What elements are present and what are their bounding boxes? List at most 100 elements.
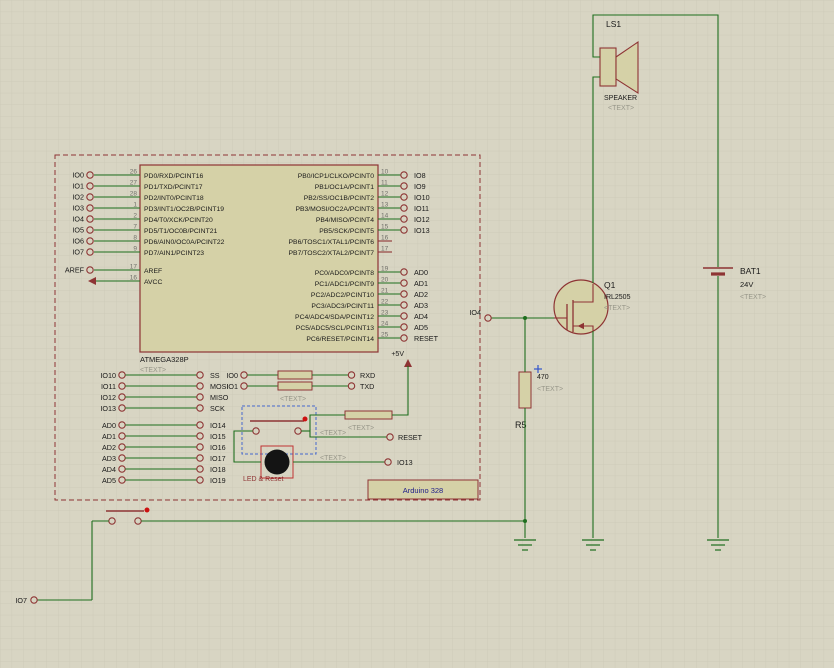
- uart-placeholder: <TEXT>: [280, 396, 306, 403]
- io7-terminal-label: IO7: [15, 596, 27, 605]
- terminal-label-AD1: AD1: [414, 279, 428, 288]
- pin-name: PB7/TOSC2/XTAL2/PCINT7: [289, 250, 375, 257]
- pin-number: 28: [130, 191, 138, 198]
- reset-pullup-resistor[interactable]: [344, 410, 393, 420]
- bat1-ref: BAT1: [740, 266, 761, 276]
- terminal-label-AD5: AD5: [414, 323, 428, 332]
- chip-name: ATMEGA328P: [140, 355, 189, 364]
- terminal-label-IO11: IO11: [414, 204, 429, 213]
- terminal-label-IO19: IO19: [210, 476, 226, 485]
- pin-name: PD0/RXD/PCINT16: [144, 173, 204, 180]
- terminal-label-RESET: RESET: [414, 334, 439, 343]
- pin-name: PB3/MOSI/OC2A/PCINT3: [295, 206, 374, 213]
- pin-name: AREF: [144, 268, 162, 275]
- led-lens[interactable]: [264, 449, 290, 475]
- io4-terminal-label: IO4: [469, 308, 481, 317]
- terminal-label-IO8: IO8: [414, 171, 426, 180]
- terminal-label-IO0: IO0: [72, 171, 84, 180]
- terminal-label-IO3: IO3: [72, 204, 84, 213]
- terminal-label-IO13: IO13: [100, 404, 116, 413]
- led-placeholder: <TEXT>: [320, 455, 346, 462]
- series-resistor-RXD[interactable]: [277, 370, 313, 380]
- junction-dot: [523, 519, 527, 523]
- pin-number: 7: [133, 224, 137, 231]
- terminal-label-TXD: TXD: [360, 382, 374, 391]
- pin-number: 22: [381, 299, 389, 306]
- terminal-label-SS: SS: [210, 371, 220, 380]
- pin-number: 27: [130, 180, 138, 187]
- terminal-label-IO18: IO18: [210, 465, 226, 474]
- pin-name: PB6/TOSC1/XTAL1/PCINT6: [289, 239, 375, 246]
- terminal-label-AD3: AD3: [414, 301, 428, 310]
- terminal-label-IO6: IO6: [72, 237, 84, 246]
- resistor-r5[interactable]: [518, 371, 532, 409]
- terminal-label-IO11: IO11: [101, 382, 116, 391]
- plus5v-label: +5V: [391, 351, 404, 358]
- speaker-placeholder: <TEXT>: [608, 105, 634, 112]
- reset-resistor-placeholder: <TEXT>: [348, 425, 374, 432]
- terminal-label-AD3: AD3: [102, 454, 116, 463]
- bat1-value: 24V: [740, 280, 753, 289]
- terminal-label-AD0: AD0: [102, 421, 116, 430]
- terminal-label-IO0: IO0: [226, 371, 238, 380]
- pin-number: 20: [381, 277, 389, 284]
- terminal-label-IO10: IO10: [414, 193, 430, 202]
- pin-name: PC4/ADC4/SDA/PCINT12: [295, 314, 374, 321]
- pin-number: 2: [133, 213, 137, 220]
- terminal-label-IO7: IO7: [72, 248, 84, 257]
- subcircuit-label: Arduino 328: [403, 486, 443, 495]
- red-marker-dot: [302, 416, 308, 422]
- chip-placeholder: <TEXT>: [140, 367, 166, 374]
- terminal-label-AD4: AD4: [414, 312, 428, 321]
- pin-number: 25: [381, 332, 389, 339]
- pin-name: PB1/OC1A/PCINT1: [315, 184, 375, 191]
- speaker-label: SPEAKER: [604, 95, 637, 102]
- pin-number: 19: [381, 266, 389, 273]
- terminal-label-MISO: MISO: [210, 393, 229, 402]
- terminal-label-AD4: AD4: [102, 465, 116, 474]
- series-resistor-TXD[interactable]: [277, 381, 313, 391]
- pin-name: PC3/ADC3/PCINT11: [311, 303, 374, 310]
- terminal-label-AD2: AD2: [102, 443, 116, 452]
- r5-value: 470: [537, 374, 549, 381]
- terminal-label-IO4: IO4: [72, 215, 84, 224]
- terminal-label-IO16: IO16: [210, 443, 226, 452]
- r5-placeholder: <TEXT>: [537, 386, 563, 393]
- terminal-label-AREF: AREF: [65, 266, 85, 275]
- terminal-label-AD2: AD2: [414, 290, 428, 299]
- pin-number: 24: [381, 321, 389, 328]
- pin-number: 8: [133, 235, 137, 242]
- q1-placeholder: <TEXT>: [604, 305, 630, 312]
- pin-name: PD6/AIN0/OC0A/PCINT22: [144, 239, 225, 246]
- pin-number: 1: [133, 202, 137, 209]
- schematic-stage: ATMEGA328P <TEXT> Arduino 328 +5V <TEXT>…: [0, 0, 834, 668]
- terminal-label-AD1: AD1: [102, 432, 116, 441]
- pin-name: PB5/SCK/PCINT5: [319, 228, 374, 235]
- pin-name: PD7/AIN1/PCINT23: [144, 250, 204, 257]
- pin-number: 23: [381, 310, 389, 317]
- q1-ref: Q1: [604, 280, 616, 290]
- bat1-placeholder: <TEXT>: [740, 294, 766, 301]
- terminal-label-AD0: AD0: [414, 268, 428, 277]
- terminal-label-IO9: IO9: [414, 182, 426, 191]
- pin-name: AVCC: [144, 279, 162, 286]
- terminal-label-IO1: IO1: [72, 182, 84, 191]
- pin-name: PB0/ICP1/CLKO/PCINT0: [298, 173, 375, 180]
- terminal-label-IO15: IO15: [210, 432, 226, 441]
- pin-name: PD2/INT0/PCINT18: [144, 195, 204, 202]
- ls1-ref: LS1: [606, 19, 621, 29]
- q1-value: IRL2505: [604, 294, 631, 301]
- pin-name: PD3/INT1/OC2B/PCINT19: [144, 206, 224, 213]
- pin-name: PC6/RESET/PCINT14: [306, 336, 374, 343]
- terminal-label-RXD: RXD: [360, 371, 375, 380]
- terminal-label-IO12: IO12: [414, 215, 430, 224]
- speaker-body[interactable]: [599, 47, 617, 87]
- terminal-label-IO5: IO5: [72, 226, 84, 235]
- terminal-label-IO2: IO2: [72, 193, 84, 202]
- junction-dot: [523, 316, 527, 320]
- pin-name: PD4/T0/XCK/PCINT20: [144, 217, 213, 224]
- red-marker-dot: [144, 507, 150, 513]
- pin-number: 17: [130, 264, 138, 271]
- terminal-label-IO1: IO1: [226, 382, 238, 391]
- pin-name: PD5/T1/OC0B/PCINT21: [144, 228, 217, 235]
